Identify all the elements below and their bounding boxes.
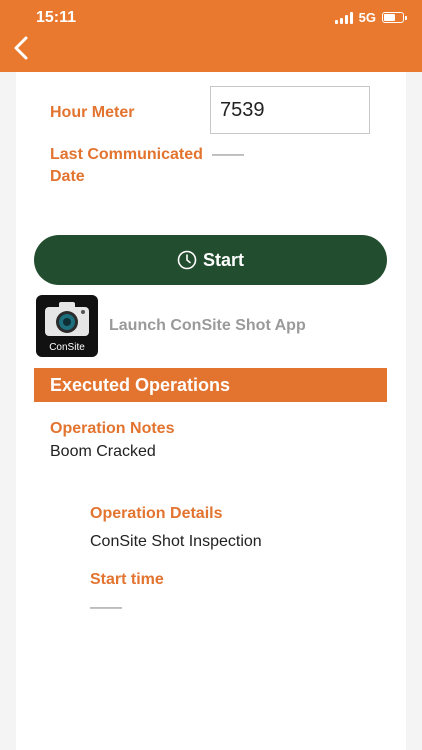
start-time-label: Start time bbox=[90, 571, 164, 588]
network-label: 5G bbox=[358, 10, 376, 25]
executed-operations-header: Executed Operations bbox=[34, 368, 387, 402]
signal-icon bbox=[334, 11, 353, 24]
start-button[interactable]: Start bbox=[34, 235, 387, 285]
camera-icon bbox=[45, 302, 89, 336]
hour-meter-label: Hour Meter bbox=[50, 104, 135, 121]
top-bar: 15:11 5G bbox=[0, 0, 422, 72]
last-communicated-label-line1: Last Communicated bbox=[50, 146, 203, 163]
hour-meter-input[interactable] bbox=[210, 86, 370, 134]
consite-shot-app-icon[interactable]: ConSite bbox=[36, 295, 98, 357]
start-button-label: Start bbox=[202, 249, 244, 270]
status-time: 15:11 bbox=[36, 9, 77, 26]
status-indicators: 5G bbox=[334, 10, 407, 25]
last-communicated-label-line2: Date bbox=[50, 168, 85, 185]
battery-icon bbox=[382, 12, 407, 23]
operation-notes-label: Operation Notes bbox=[50, 420, 175, 437]
operation-details-value: ConSite Shot Inspection bbox=[90, 533, 262, 550]
consite-brand-label: ConSite bbox=[49, 342, 85, 353]
chevron-left-icon[interactable] bbox=[10, 34, 34, 62]
content-card: Hour Meter Last Communicated Date —— Sta… bbox=[16, 72, 406, 750]
launch-consite-shot-app-link[interactable]: Launch ConSite Shot App bbox=[109, 315, 306, 337]
operation-details-label: Operation Details bbox=[90, 505, 223, 522]
start-time-value: —— bbox=[90, 599, 122, 616]
clock-icon bbox=[177, 250, 197, 270]
operation-notes-value: Boom Cracked bbox=[50, 443, 156, 460]
last-communicated-value: —— bbox=[212, 146, 244, 163]
